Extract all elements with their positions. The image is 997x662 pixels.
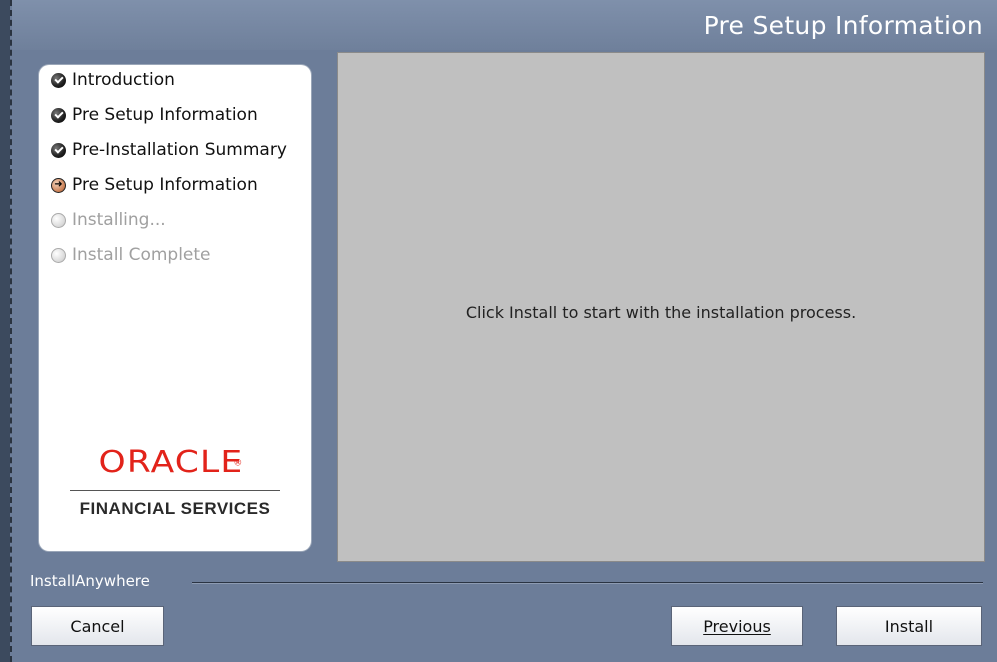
step-install-complete: Install Complete [51,240,211,270]
step-label: Installing... [72,210,166,230]
content-panel: Click Install to start with the installa… [337,52,985,562]
previous-button[interactable]: Previous [671,606,803,646]
cancel-button-label: Cancel [70,616,125,636]
oracle-financial-services-logo: ORACLE® FINANCIAL SERVICES [39,445,311,519]
step-done-icon [51,107,66,123]
step-pre-setup-information-current: Pre Setup Information [51,170,258,200]
oracle-wordmark: ORACLE [98,445,243,480]
step-current-arrow-icon [51,177,66,193]
install-button[interactable]: Install [836,606,982,646]
instruction-message: Click Install to start with the installa… [465,303,857,322]
step-done-icon [51,142,66,158]
cancel-button[interactable]: Cancel [31,606,164,646]
logo-subtitle: FINANCIAL SERVICES [79,499,271,518]
logo-divider [70,490,280,491]
title-bar: Pre Setup Information [12,0,997,50]
installanywhere-label: InstallAnywhere [30,572,150,590]
step-label: Install Complete [72,245,211,265]
steps-panel: Introduction Pre Setup Information Pre-I… [39,65,311,551]
installer-window: Pre Setup Information Introduction Pre S… [10,0,997,662]
step-installing: Installing... [51,205,166,235]
step-pre-installation-summary: Pre-Installation Summary [51,135,287,165]
installanywhere-separator: InstallAnywhere [12,572,997,592]
step-pre-setup-information: Pre Setup Information [51,100,258,130]
previous-button-label: Previous [703,616,771,636]
step-label: Pre Setup Information [72,105,258,125]
step-pending-icon [51,212,66,228]
window-title: Pre Setup Information [703,11,983,40]
install-button-label: Install [884,616,934,636]
step-label: Pre-Installation Summary [72,140,287,160]
step-label: Introduction [72,70,175,90]
step-label: Pre Setup Information [72,175,258,195]
step-done-icon [51,72,66,88]
separator-line [192,582,983,584]
step-introduction: Introduction [51,65,175,95]
step-pending-icon [51,247,66,263]
